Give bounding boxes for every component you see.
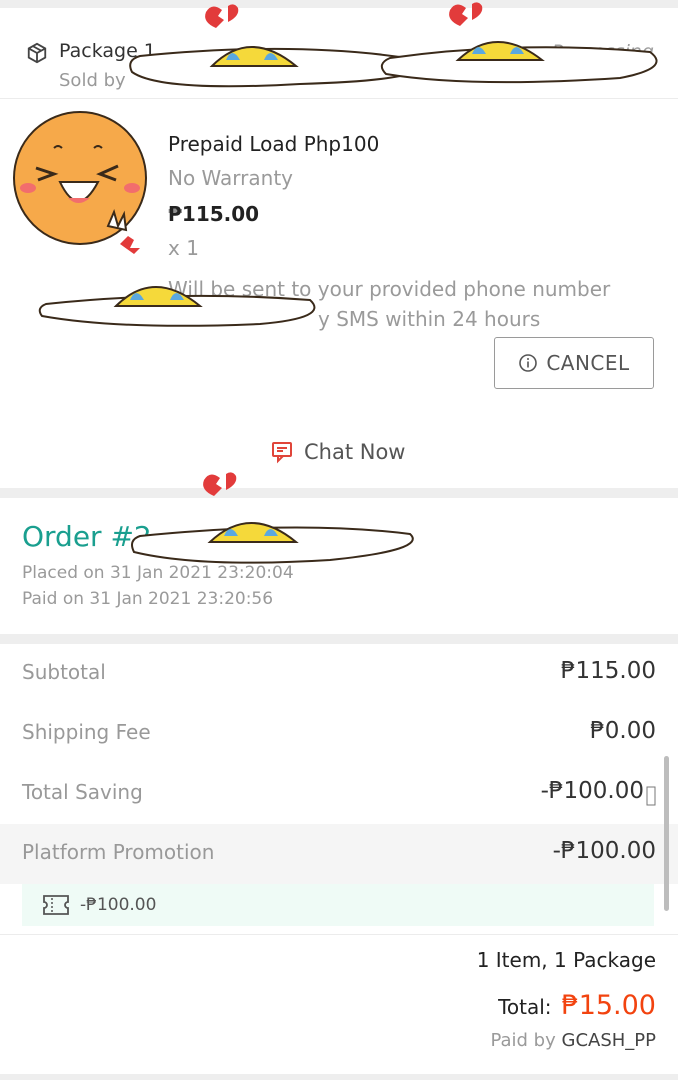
voucher-icon xyxy=(43,895,69,915)
paid-date: Paid on 31 Jan 2021 23:20:56 xyxy=(22,589,274,609)
package-icon xyxy=(27,42,47,64)
expand-icon[interactable] xyxy=(646,786,656,806)
total-saving-value: -₱100.00 xyxy=(540,778,644,804)
chat-now-label: Chat Now xyxy=(304,440,406,464)
delivery-note-line1: Will be sent to your provided phone numb… xyxy=(168,277,611,301)
items-count: 1 Item, 1 Package xyxy=(476,948,656,972)
delivery-note-line2: y SMS within 24 hours xyxy=(318,307,541,331)
voucher-amount: -₱100.00 xyxy=(80,895,157,915)
paid-by-label: Paid by xyxy=(490,1030,556,1051)
platform-promotion-value: -₱100.00 xyxy=(552,838,656,864)
paid-by: Paid by GCASH_PP xyxy=(490,1030,656,1051)
subtotal-label: Subtotal xyxy=(22,660,106,684)
package-card: Package 1 Sold by Processing Prepaid Loa… xyxy=(0,8,678,488)
order-summary-card: Subtotal ₱115.00 Shipping Fee ₱0.00 Tota… xyxy=(0,644,678,1074)
product-warranty: No Warranty xyxy=(168,166,294,190)
order-number: Order #2 xyxy=(22,520,152,553)
total-label: Total: xyxy=(498,995,552,1019)
platform-promotion-label: Platform Promotion xyxy=(22,840,215,864)
shipping-fee-label: Shipping Fee xyxy=(22,720,151,744)
chat-icon xyxy=(272,442,292,464)
sold-by-label: Sold by xyxy=(59,70,126,91)
subtotal-value: ₱115.00 xyxy=(560,658,656,684)
status-badge: Processing xyxy=(551,41,654,63)
total-saving-row[interactable]: Total Saving -₱100.00 xyxy=(0,764,678,824)
chat-now-button[interactable]: Chat Now xyxy=(270,440,405,464)
voucher-row: -₱100.00 xyxy=(22,884,654,926)
platform-promotion-row: Platform Promotion -₱100.00 xyxy=(0,824,678,884)
shipping-fee-value: ₱0.00 xyxy=(590,718,656,744)
cancel-button[interactable]: CANCEL xyxy=(494,337,654,389)
cartoon-face-sticker xyxy=(13,111,147,254)
scrollbar[interactable] xyxy=(664,756,669,911)
order-info-card: Order #2 Placed on 31 Jan 2021 23:20:04 … xyxy=(0,498,678,634)
divider xyxy=(0,98,678,99)
product-price: ₱115.00 xyxy=(168,202,260,226)
product-name[interactable]: Prepaid Load Php100 xyxy=(168,132,379,156)
payment-method: GCASH_PP xyxy=(561,1030,657,1051)
package-title: Package 1 xyxy=(59,40,156,62)
total-line: Total: ₱15.00 xyxy=(498,990,656,1021)
divider xyxy=(0,934,678,935)
cancel-button-label: CANCEL xyxy=(546,351,630,375)
product-quantity: x 1 xyxy=(168,236,199,260)
delivery-note: Will be sent to your provided phone numb… xyxy=(168,274,638,334)
info-icon xyxy=(519,354,538,372)
total-saving-label: Total Saving xyxy=(22,780,143,804)
subtotal-row: Subtotal ₱115.00 xyxy=(0,644,678,704)
total-value: ₱15.00 xyxy=(561,990,656,1021)
placed-date: Placed on 31 Jan 2021 23:20:04 xyxy=(22,563,294,583)
shipping-fee-row: Shipping Fee ₱0.00 xyxy=(0,704,678,764)
